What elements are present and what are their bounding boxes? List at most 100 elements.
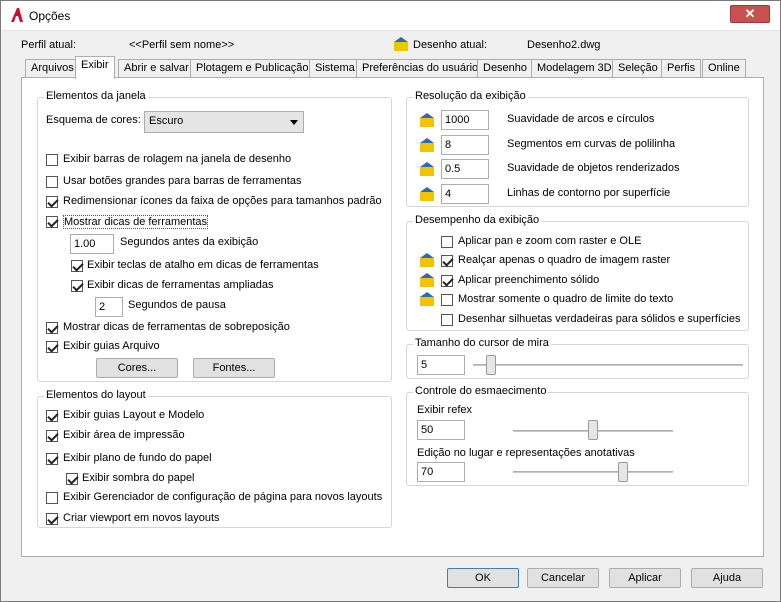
extended-tooltips-label: Exibir dicas de ferramentas ampliadas bbox=[87, 279, 274, 291]
text-boundary-label: Mostrar somente o quadro de limite do te… bbox=[458, 293, 674, 305]
scrollbars-checkbox[interactable] bbox=[46, 154, 58, 166]
drawing-saved-icon bbox=[420, 273, 434, 287]
tab-modelagem-3d[interactable]: Modelagem 3D bbox=[531, 59, 618, 77]
pause-seconds-label: Segundos de pausa bbox=[128, 299, 226, 311]
cancel-button[interactable]: Cancelar bbox=[527, 568, 599, 588]
tab-plotagem[interactable]: Plotagem e Publicação bbox=[190, 59, 315, 77]
print-area-checkbox[interactable] bbox=[46, 430, 58, 442]
window-elements-group: Elementos da janela Esquema de cores: Es… bbox=[37, 90, 392, 382]
scrollbars-label: Exibir barras de rolagem na janela de de… bbox=[63, 153, 292, 165]
tab-exibir[interactable]: Exibir bbox=[75, 56, 115, 79]
drawing-value: Desenho2.dwg bbox=[527, 39, 601, 51]
large-buttons-label: Usar botões grandes para barras de ferra… bbox=[63, 175, 302, 187]
shortcut-keys-label: Exibir teclas de atalho em dicas de ferr… bbox=[87, 259, 319, 271]
pan-zoom-raster-checkbox[interactable] bbox=[441, 236, 453, 248]
ok-button[interactable]: OK bbox=[447, 568, 519, 588]
crosshair-slider-track[interactable] bbox=[473, 364, 743, 366]
tab-content-panel: Elementos da janela Esquema de cores: Es… bbox=[21, 77, 764, 557]
tab-desenho[interactable]: Desenho bbox=[477, 59, 534, 77]
drawing-saved-icon bbox=[420, 253, 434, 267]
color-scheme-label: Esquema de cores: bbox=[46, 114, 141, 126]
drawing-label: Desenho atual: bbox=[413, 39, 487, 51]
render-smoothness-input[interactable]: 0.5 bbox=[441, 159, 489, 179]
resolution-title: Resolução da exibição bbox=[413, 90, 528, 102]
xref-fade-slider-thumb[interactable] bbox=[588, 420, 598, 440]
drawing-saved-icon bbox=[420, 187, 434, 201]
large-buttons-checkbox[interactable] bbox=[46, 176, 58, 188]
tab-online[interactable]: Online bbox=[702, 59, 746, 77]
render-smoothness-label: Suavidade de objetos renderizados bbox=[507, 162, 680, 174]
show-tooltips-checkbox[interactable] bbox=[46, 216, 58, 228]
paper-shadow-label: Exibir sombra do papel bbox=[82, 472, 195, 484]
crosshair-title: Tamanho do cursor de mira bbox=[413, 337, 551, 349]
arc-smoothness-label: Suavidade de arcos e círculos bbox=[507, 113, 655, 125]
fade-control-group: Controle do esmaecimento Exibir refex 50… bbox=[406, 385, 749, 486]
extended-tooltips-checkbox[interactable] bbox=[71, 280, 83, 292]
page-setup-manager-checkbox[interactable] bbox=[46, 492, 58, 504]
pause-seconds-input[interactable]: 2 bbox=[95, 297, 123, 317]
layout-model-tabs-label: Exibir guias Layout e Modelo bbox=[63, 409, 205, 421]
apply-button[interactable]: Aplicar bbox=[609, 568, 681, 588]
layout-model-tabs-checkbox[interactable] bbox=[46, 410, 58, 422]
polyline-segments-label: Segmentos em curvas de polilinha bbox=[507, 138, 676, 150]
resolution-group: Resolução da exibição 1000 Suavidade de … bbox=[406, 90, 749, 207]
help-button[interactable]: Ajuda bbox=[691, 568, 763, 588]
crosshair-size-input[interactable]: 5 bbox=[417, 355, 465, 375]
color-scheme-select[interactable]: Escuro bbox=[144, 111, 304, 133]
solid-fill-checkbox[interactable] bbox=[441, 275, 453, 287]
tab-perfis[interactable]: Perfis bbox=[661, 59, 702, 77]
drawing-saved-icon bbox=[420, 292, 434, 306]
drawing-saved-icon bbox=[420, 162, 434, 176]
title-bar: Opções ✕ bbox=[1, 1, 780, 31]
tab-abrir-salvar[interactable]: Abrir e salvar bbox=[118, 59, 195, 77]
fade-control-title: Controle do esmaecimento bbox=[413, 385, 549, 397]
rollover-tooltips-checkbox[interactable] bbox=[46, 322, 58, 334]
tooltip-delay-input[interactable]: 1.00 bbox=[70, 234, 114, 254]
drawing-saved-icon bbox=[420, 138, 434, 152]
paper-background-label: Exibir plano de fundo do papel bbox=[63, 452, 212, 464]
drawing-saved-icon bbox=[394, 37, 408, 51]
polyline-segments-input[interactable]: 8 bbox=[441, 135, 489, 155]
window-elements-title: Elementos da janela bbox=[44, 90, 148, 102]
solid-fill-label: Aplicar preenchimento sólido bbox=[458, 274, 600, 286]
options-dialog: Opções ✕ Perfil atual: <<Perfil sem nome… bbox=[0, 0, 781, 602]
inplace-fade-slider-track[interactable] bbox=[513, 471, 673, 473]
autocad-logo-icon bbox=[11, 8, 23, 22]
drawing-saved-icon bbox=[420, 113, 434, 127]
chevron-down-icon bbox=[290, 120, 298, 125]
create-viewport-label: Criar viewport em novos layouts bbox=[63, 512, 220, 524]
tab-selecao[interactable]: Seleção bbox=[612, 59, 664, 77]
paper-shadow-checkbox[interactable] bbox=[66, 473, 78, 485]
highlight-raster-frame-label: Realçar apenas o quadro de imagem raster bbox=[458, 254, 671, 266]
true-silhouettes-label: Desenhar silhuetas verdadeiras para sóli… bbox=[458, 313, 741, 325]
highlight-raster-frame-checkbox[interactable] bbox=[441, 255, 453, 267]
contour-lines-input[interactable]: 4 bbox=[441, 184, 489, 204]
create-viewport-checkbox[interactable] bbox=[46, 513, 58, 525]
true-silhouettes-checkbox[interactable] bbox=[441, 314, 453, 326]
colors-button[interactable]: Cores... bbox=[96, 358, 178, 378]
xref-fade-input[interactable]: 50 bbox=[417, 420, 465, 440]
tab-arquivos[interactable]: Arquivos bbox=[25, 59, 80, 77]
text-boundary-checkbox[interactable] bbox=[441, 294, 453, 306]
file-tabs-checkbox[interactable] bbox=[46, 341, 58, 353]
profile-value: <<Perfil sem nome>> bbox=[129, 39, 235, 51]
resize-ribbon-icons-checkbox[interactable] bbox=[46, 196, 58, 208]
resize-ribbon-icons-label: Redimensionar ícones da faixa de opções … bbox=[63, 195, 382, 207]
tab-sistema[interactable]: Sistema bbox=[309, 59, 361, 77]
layout-elements-group: Elementos do layout Exibir guias Layout … bbox=[37, 389, 392, 528]
layout-elements-title: Elementos do layout bbox=[44, 389, 148, 401]
close-button[interactable]: ✕ bbox=[730, 5, 770, 23]
shortcut-keys-checkbox[interactable] bbox=[71, 260, 83, 272]
crosshair-group: Tamanho do cursor de mira 5 bbox=[406, 337, 749, 379]
fonts-button[interactable]: Fontes... bbox=[193, 358, 275, 378]
print-area-label: Exibir área de impressão bbox=[63, 429, 185, 441]
arc-smoothness-input[interactable]: 1000 bbox=[441, 110, 489, 130]
paper-background-checkbox[interactable] bbox=[46, 453, 58, 465]
pan-zoom-raster-label: Aplicar pan e zoom com raster e OLE bbox=[458, 235, 642, 247]
tab-preferencias[interactable]: Preferências do usuário bbox=[356, 59, 485, 77]
inplace-fade-slider-thumb[interactable] bbox=[618, 462, 628, 482]
inplace-fade-input[interactable]: 70 bbox=[417, 462, 465, 482]
crosshair-slider-thumb[interactable] bbox=[486, 355, 496, 375]
show-tooltips-label: Mostrar dicas de ferramentas bbox=[63, 215, 209, 229]
performance-title: Desempenho da exibição bbox=[413, 214, 542, 226]
